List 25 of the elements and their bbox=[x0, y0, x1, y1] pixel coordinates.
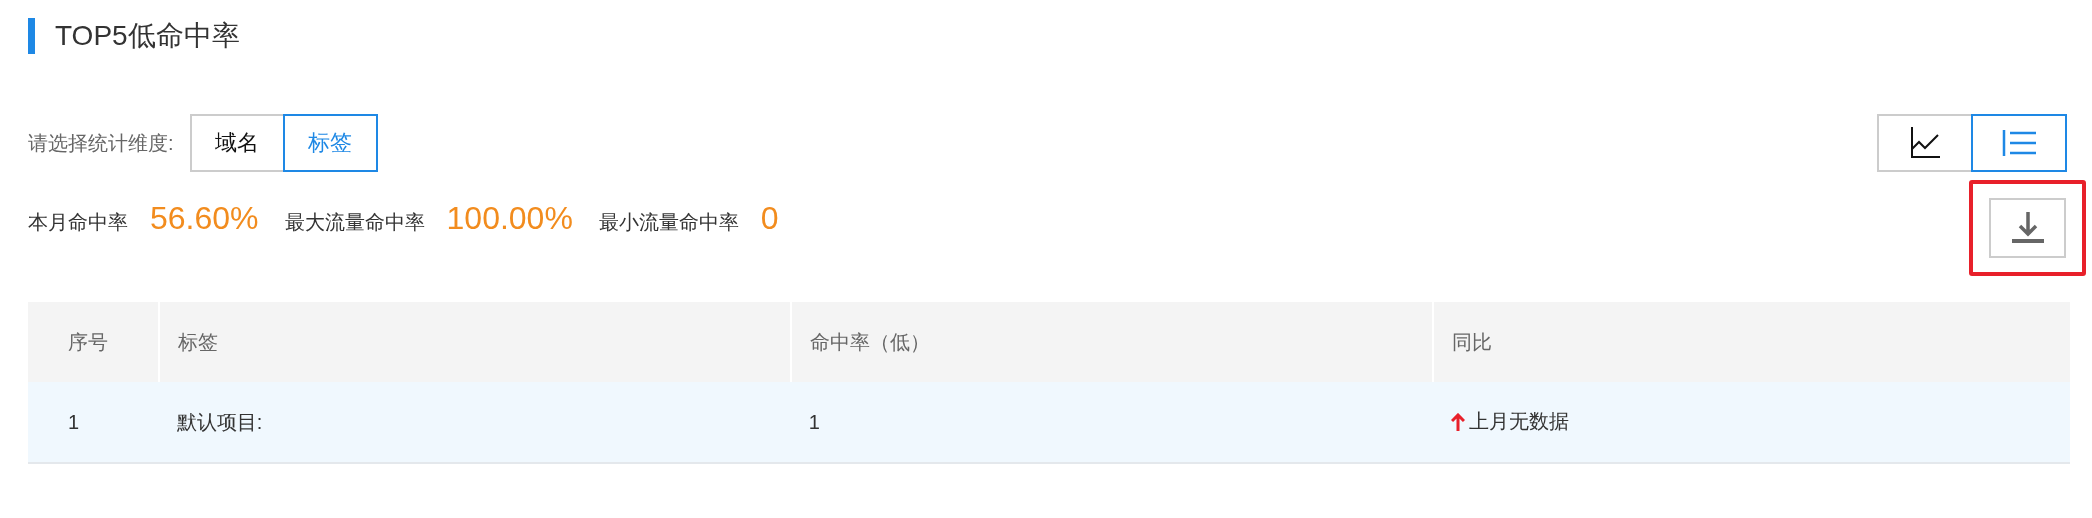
list-icon bbox=[2002, 130, 2036, 156]
download-icon bbox=[2010, 212, 2045, 244]
metric-value: 56.60% bbox=[150, 200, 259, 237]
download-button[interactable] bbox=[1989, 198, 2066, 258]
metric-label: 最大流量命中率 bbox=[284, 210, 425, 235]
section-title: TOP5低命中率 bbox=[55, 19, 240, 53]
column-header: 命中率（低） bbox=[790, 302, 1433, 382]
list-view-button[interactable] bbox=[1971, 114, 2067, 172]
table-cell: 1 bbox=[790, 382, 1433, 463]
column-header: 序号 bbox=[28, 302, 159, 382]
column-header: 标签 bbox=[158, 302, 791, 382]
metric-label: 最小流量命中率 bbox=[598, 210, 739, 235]
metric-value: 100.00% bbox=[446, 200, 573, 237]
dimension-label: 请选择统计维度: bbox=[28, 130, 174, 156]
dimension-option[interactable]: 标签 bbox=[282, 114, 378, 172]
column-header: 同比 bbox=[1432, 302, 2070, 382]
metric-label: 本月命中率 bbox=[28, 210, 128, 235]
chart-view-button[interactable] bbox=[1877, 114, 1973, 172]
cell-text: 上月无数据 bbox=[1468, 409, 1569, 435]
dimension-option[interactable]: 域名 bbox=[189, 114, 285, 172]
title-accent-bar bbox=[28, 18, 35, 54]
table-cell: 默认项目: bbox=[158, 382, 791, 463]
metric-value: 0 bbox=[760, 200, 779, 237]
line-chart-icon bbox=[1910, 127, 1940, 159]
table-cell: 1 bbox=[28, 382, 159, 463]
